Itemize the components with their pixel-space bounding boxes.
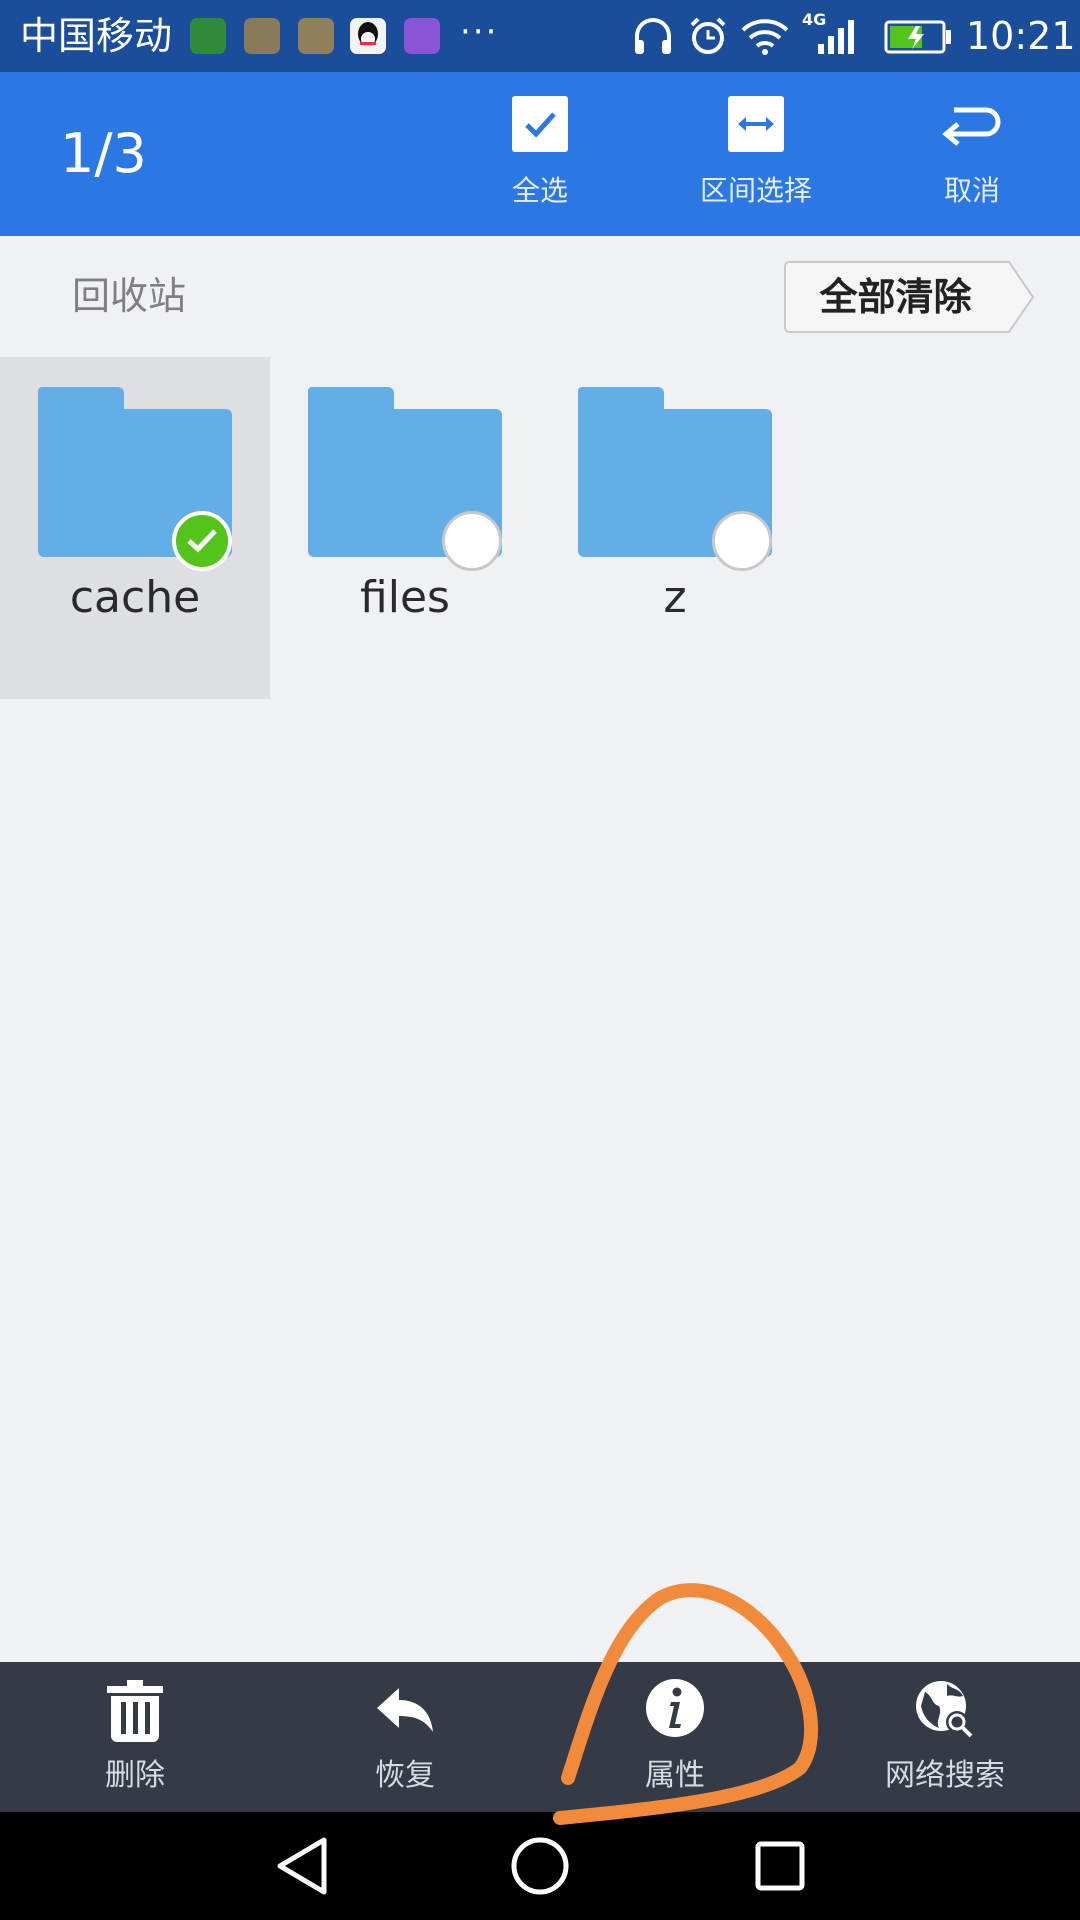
clear-all-label: 全部清除 (819, 275, 972, 319)
select-all-button[interactable]: 全选 (460, 96, 620, 220)
web-search-label: 网络搜索 (885, 1758, 1005, 1793)
select-all-label: 全选 (511, 174, 568, 207)
file-name: z (663, 572, 687, 623)
restore-button[interactable]: 恢复 (270, 1662, 540, 1812)
file-name: cache (69, 572, 201, 623)
properties-label: 属性 (645, 1758, 705, 1793)
delete-button[interactable]: 删除 (0, 1662, 270, 1812)
notification-health-icon (244, 18, 280, 54)
cancel-return-icon (942, 107, 1001, 146)
globe-search-icon (916, 1681, 973, 1738)
properties-button[interactable]: 属性 (540, 1662, 810, 1812)
wifi-icon (741, 19, 789, 55)
recent-apps-icon[interactable] (748, 1834, 812, 1898)
headphones-icon (635, 18, 671, 54)
unselected-circle-icon[interactable] (442, 511, 502, 571)
selection-count: 1/3 (60, 122, 147, 185)
carrier-name: 中国移动 (20, 14, 173, 58)
file-tile-cache[interactable]: cache (0, 357, 270, 699)
restore-label: 恢复 (375, 1758, 435, 1793)
select-all-checkbox-icon (512, 96, 568, 152)
selected-check-icon[interactable] (172, 511, 232, 571)
qq-icon (350, 18, 386, 54)
range-select-label: 区间选择 (699, 174, 812, 207)
notification-photo-icon (298, 18, 334, 54)
gallery-icon (404, 18, 440, 54)
info-icon (646, 1679, 704, 1737)
alarm-icon (690, 17, 726, 54)
cancel-label: 取消 (943, 174, 1000, 207)
clock: 10:21 (966, 14, 1076, 58)
web-search-button[interactable]: 网络搜索 (810, 1662, 1080, 1812)
delete-label: 删除 (105, 1758, 165, 1793)
breadcrumb-current[interactable]: 回收站 (72, 272, 186, 320)
cellular-signal-icon (818, 20, 854, 54)
more-notifications-icon: ··· (460, 12, 499, 52)
file-tile-z[interactable]: z (540, 357, 810, 699)
cancel-button[interactable]: 取消 (892, 96, 1052, 220)
unselected-circle-icon[interactable] (712, 511, 772, 571)
home-icon[interactable] (508, 1834, 572, 1898)
back-icon[interactable] (270, 1834, 334, 1898)
selection-toolbar: 1/3 全选 区间选择 取消 (0, 72, 1080, 236)
battery-charging-icon (884, 20, 951, 54)
notification-app-icon (190, 18, 226, 54)
file-name: files (360, 572, 450, 623)
system-nav-bar (0, 1812, 1080, 1920)
range-select-button[interactable]: 区间选择 (676, 96, 836, 220)
status-bar: 中国移动 ··· 4G 10:21 (0, 0, 1080, 72)
breadcrumb: 回收站 全部清除 (0, 236, 1080, 356)
trash-icon (107, 1680, 163, 1742)
restore-icon (377, 1688, 433, 1732)
file-tile-files[interactable]: files (270, 357, 540, 699)
range-select-icon (728, 96, 784, 152)
bottom-action-bar: 删除 恢复 属性 网络搜索 (0, 1662, 1080, 1812)
clear-all-button[interactable]: 全部清除 (783, 260, 1035, 334)
